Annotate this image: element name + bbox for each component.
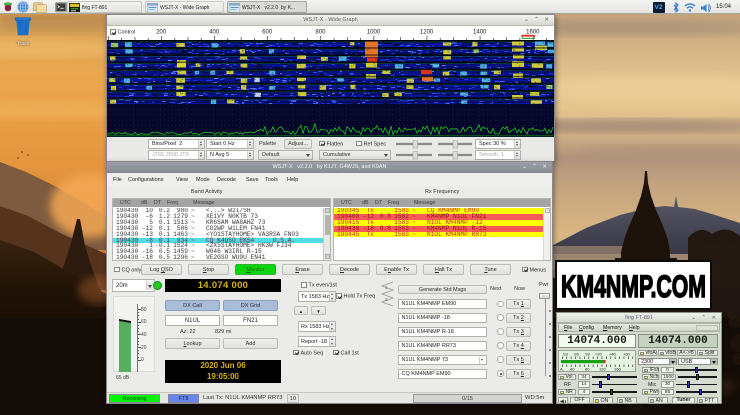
svg-text:1200: 1200: [420, 30, 434, 36]
svg-text:120: 120: [599, 366, 606, 371]
svg-text:80: 80: [585, 366, 590, 371]
svg-text:+20: +20: [595, 351, 603, 356]
svg-text:S9: S9: [585, 351, 591, 356]
svg-text:+60: +60: [623, 351, 631, 356]
svg-text:40: 40: [570, 366, 575, 371]
svg-text:800: 800: [315, 30, 326, 36]
svg-text:KM4NMP.COM: KM4NMP.COM: [561, 268, 706, 304]
svg-text:A,: A,: [560, 366, 564, 371]
svg-text:1: 1: [385, 285, 388, 290]
svg-text:S3: S3: [563, 351, 569, 356]
svg-text:200: 200: [156, 30, 167, 36]
svg-text:600: 600: [262, 30, 273, 36]
svg-text:400: 400: [209, 30, 220, 36]
svg-text:1600: 1600: [526, 30, 540, 36]
svg-text:2: 2: [385, 297, 388, 302]
svg-text:1400: 1400: [473, 30, 487, 36]
svg-text:S6: S6: [574, 351, 580, 356]
svg-text:1000: 1000: [367, 30, 381, 36]
svg-text:+40: +40: [609, 351, 617, 356]
svg-text:160: 160: [614, 366, 621, 371]
